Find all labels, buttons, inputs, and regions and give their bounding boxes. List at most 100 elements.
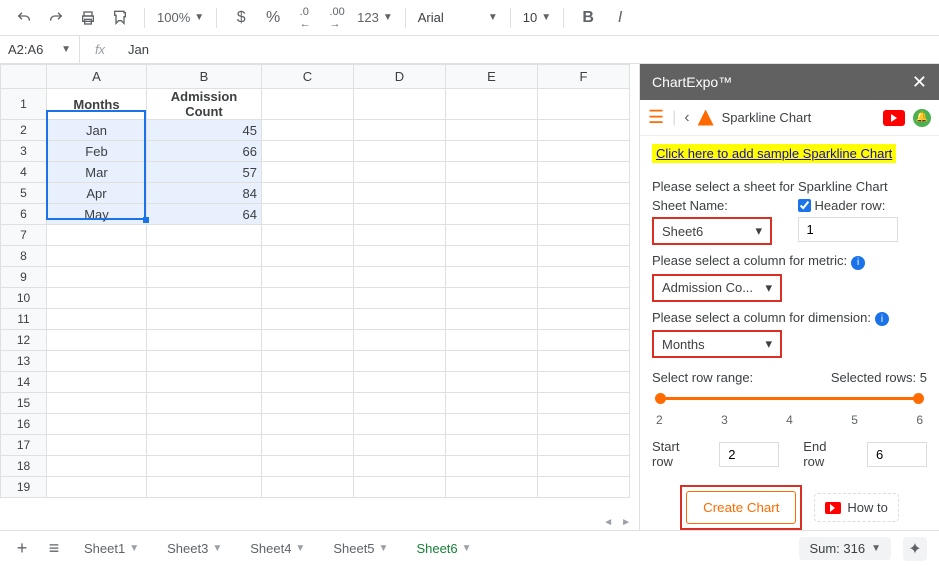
cell[interactable]: [538, 267, 630, 288]
cell[interactable]: [47, 414, 147, 435]
cell[interactable]: [538, 141, 630, 162]
explore-button[interactable]: ✦: [903, 537, 927, 561]
cell[interactable]: [262, 435, 354, 456]
close-icon[interactable]: ✕: [912, 72, 927, 93]
info-icon[interactable]: i: [851, 256, 865, 270]
cell[interactable]: [446, 162, 538, 183]
cell[interactable]: 84: [147, 183, 262, 204]
cell[interactable]: [262, 141, 354, 162]
row-header[interactable]: 2: [1, 120, 47, 141]
col-header-c[interactable]: C: [262, 65, 354, 89]
italic-button[interactable]: I: [608, 6, 632, 30]
cell[interactable]: 64: [147, 204, 262, 225]
redo-button[interactable]: [44, 6, 68, 30]
cell[interactable]: [538, 435, 630, 456]
cell[interactable]: [47, 351, 147, 372]
all-sheets-button[interactable]: ≡: [40, 535, 68, 563]
row-header[interactable]: 1: [1, 89, 47, 120]
row-header[interactable]: 11: [1, 309, 47, 330]
cell[interactable]: [354, 414, 446, 435]
paint-format-button[interactable]: [108, 6, 132, 30]
cell[interactable]: [538, 309, 630, 330]
cell[interactable]: [147, 288, 262, 309]
create-chart-button[interactable]: Create Chart: [686, 491, 796, 524]
sheet-tab[interactable]: Sheet1▼: [72, 535, 151, 562]
row-header[interactable]: 19: [1, 477, 47, 498]
row-header[interactable]: 8: [1, 246, 47, 267]
name-box[interactable]: A2:A6▼: [0, 36, 80, 63]
cell[interactable]: [446, 141, 538, 162]
cell[interactable]: [262, 477, 354, 498]
row-header[interactable]: 7: [1, 225, 47, 246]
cell[interactable]: [446, 372, 538, 393]
col-header-d[interactable]: D: [354, 65, 446, 89]
row-header[interactable]: 4: [1, 162, 47, 183]
cell[interactable]: [147, 372, 262, 393]
cell[interactable]: [446, 414, 538, 435]
how-to-button[interactable]: How to: [814, 493, 898, 522]
cell[interactable]: [538, 120, 630, 141]
cell[interactable]: [262, 246, 354, 267]
sheet-name-dropdown[interactable]: Sheet6▾: [652, 217, 772, 245]
cell[interactable]: [354, 162, 446, 183]
cell[interactable]: [147, 267, 262, 288]
cell[interactable]: [538, 89, 630, 120]
cell[interactable]: [47, 435, 147, 456]
cell[interactable]: [354, 204, 446, 225]
cell[interactable]: [47, 225, 147, 246]
cell[interactable]: [354, 89, 446, 120]
cell[interactable]: [262, 330, 354, 351]
sheet-tab-active[interactable]: Sheet6▼: [404, 535, 483, 562]
menu-icon[interactable]: ☰: [648, 107, 664, 128]
cell[interactable]: [538, 246, 630, 267]
cell[interactable]: [47, 309, 147, 330]
decrease-decimal-button[interactable]: .0←: [293, 6, 317, 30]
sheet-tab[interactable]: Sheet5▼: [321, 535, 400, 562]
row-header[interactable]: 9: [1, 267, 47, 288]
cell[interactable]: 45: [147, 120, 262, 141]
undo-button[interactable]: [12, 6, 36, 30]
cell[interactable]: [354, 456, 446, 477]
cell[interactable]: [262, 288, 354, 309]
cell[interactable]: [446, 393, 538, 414]
bold-button[interactable]: B: [576, 6, 600, 30]
row-header[interactable]: 16: [1, 414, 47, 435]
cell[interactable]: [262, 120, 354, 141]
cell[interactable]: [538, 183, 630, 204]
header-row-checkbox[interactable]: [798, 199, 811, 212]
cell[interactable]: Mar: [47, 162, 147, 183]
metric-dropdown[interactable]: Admission Co...▾: [652, 274, 782, 302]
zoom-dropdown[interactable]: 100%▼: [157, 10, 204, 25]
cell[interactable]: [354, 351, 446, 372]
cell[interactable]: [262, 225, 354, 246]
cell[interactable]: [147, 393, 262, 414]
cell[interactable]: [47, 456, 147, 477]
cell[interactable]: [538, 372, 630, 393]
cell[interactable]: [262, 267, 354, 288]
cell[interactable]: Months: [47, 89, 147, 120]
sheet-tab[interactable]: Sheet3▼: [155, 535, 234, 562]
col-header-a[interactable]: A: [47, 65, 147, 89]
row-header[interactable]: 10: [1, 288, 47, 309]
cell[interactable]: [262, 309, 354, 330]
cell[interactable]: [47, 330, 147, 351]
horizontal-scrollbar[interactable]: ◄►: [0, 514, 639, 530]
selection-handle[interactable]: [143, 217, 149, 223]
more-formats-dropdown[interactable]: 123▼: [357, 10, 393, 25]
cell[interactable]: Admission Count: [147, 89, 262, 120]
row-header[interactable]: 6: [1, 204, 47, 225]
cell[interactable]: [47, 246, 147, 267]
cell[interactable]: [446, 225, 538, 246]
currency-button[interactable]: $: [229, 6, 253, 30]
cell[interactable]: [354, 225, 446, 246]
cell[interactable]: [47, 477, 147, 498]
info-icon[interactable]: i: [875, 312, 889, 326]
cell[interactable]: [262, 414, 354, 435]
cell[interactable]: [147, 246, 262, 267]
cell[interactable]: [147, 330, 262, 351]
row-header[interactable]: 13: [1, 351, 47, 372]
cell[interactable]: [446, 477, 538, 498]
col-header-e[interactable]: E: [446, 65, 538, 89]
cell[interactable]: [446, 183, 538, 204]
row-range-slider[interactable]: [652, 389, 927, 409]
